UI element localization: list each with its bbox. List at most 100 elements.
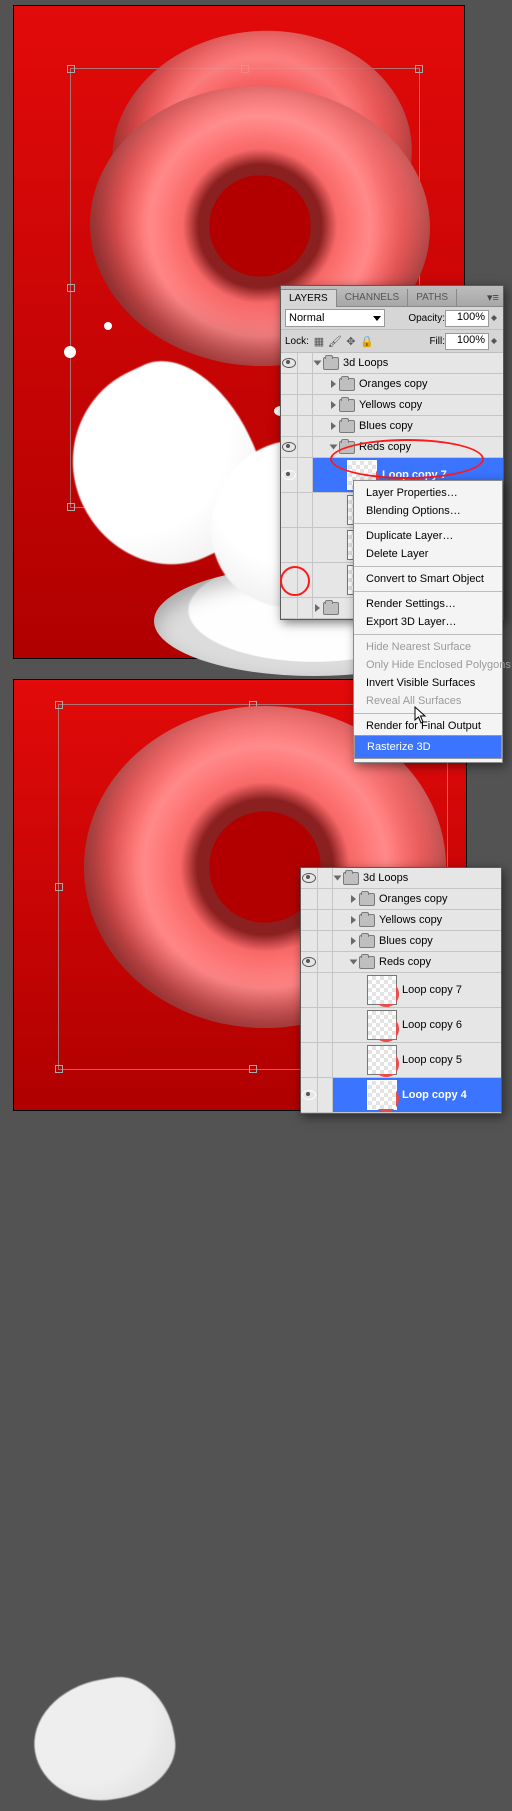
layer-row[interactable]: Loop copy 6 — [301, 1008, 501, 1043]
lock-row: Lock: ▦ 🖌 ✥ 🔒 Fill: 100% — [281, 330, 503, 353]
fill-label: Fill: — [429, 336, 445, 347]
tab-layers[interactable]: LAYERS — [281, 289, 337, 307]
ctx-item: Hide Nearest Surface — [354, 638, 502, 656]
disclosure-icon[interactable] — [334, 876, 342, 881]
disclosure-icon[interactable] — [330, 445, 338, 450]
lock-transparent-icon[interactable]: ▦ — [313, 335, 325, 347]
layer-label: Yellows copy — [359, 399, 422, 411]
menu-separator — [354, 634, 502, 635]
layer-thumbnail[interactable] — [367, 1080, 397, 1110]
layer-thumbnail[interactable] — [367, 1010, 397, 1040]
menu-separator — [354, 566, 502, 567]
folder-icon — [359, 893, 375, 906]
layer-group-row[interactable]: Yellows copy — [301, 910, 501, 931]
ctx-item[interactable]: Convert to Smart Object — [354, 570, 502, 588]
layer-group-row[interactable]: Oranges copy — [301, 889, 501, 910]
transform-handle[interactable] — [67, 284, 75, 292]
layer-group-row[interactable]: 3d Loops — [301, 868, 501, 889]
tab-paths[interactable]: PATHS — [408, 289, 457, 306]
ctx-item: Reveal All Surfaces — [354, 692, 502, 710]
milk-splash — [25, 1669, 184, 1811]
layer-group-row[interactable]: Reds copy — [301, 952, 501, 973]
blend-mode-select[interactable]: Normal — [285, 309, 385, 327]
transform-handle[interactable] — [415, 65, 423, 73]
layer-group-row[interactable]: Yellows copy — [281, 395, 503, 416]
layer-row[interactable]: Loop copy 4 — [301, 1078, 501, 1113]
layer-group-row[interactable]: Blues copy — [301, 931, 501, 952]
folder-icon — [339, 420, 355, 433]
layer-label: Loop copy 5 — [402, 1054, 462, 1066]
fill-input[interactable]: 100% — [445, 333, 489, 350]
tab-channels[interactable]: CHANNELS — [337, 289, 408, 306]
transform-handle[interactable] — [67, 503, 75, 511]
transform-handle[interactable] — [55, 1065, 63, 1073]
milk-drop — [64, 346, 76, 358]
layer-group-row[interactable]: 3d Loops — [281, 353, 503, 374]
layer-label: Oranges copy — [379, 893, 447, 905]
milk-drop — [104, 322, 112, 330]
layer-group-row[interactable]: Oranges copy — [281, 374, 503, 395]
transform-handle[interactable] — [249, 1065, 257, 1073]
layer-label: 3d Loops — [343, 357, 388, 369]
disclosure-icon[interactable] — [350, 960, 358, 965]
visibility-icon[interactable] — [282, 358, 296, 368]
ctx-item[interactable]: Render Settings… — [354, 595, 502, 613]
folder-icon — [339, 441, 355, 454]
context-menu: Layer Properties… Blending Options… Dupl… — [353, 480, 503, 763]
opacity-arrow-icon[interactable] — [489, 315, 499, 321]
menu-separator — [354, 523, 502, 524]
ctx-item[interactable]: Invert Visible Surfaces — [354, 674, 502, 692]
ctx-item[interactable]: Export 3D Layer… — [354, 613, 502, 631]
layer-label: Blues copy — [359, 420, 413, 432]
blend-mode-label: Normal — [289, 312, 324, 324]
folder-icon — [323, 357, 339, 370]
opacity-label: Opacity: — [408, 313, 445, 324]
disclosure-icon[interactable] — [331, 380, 336, 388]
fill-arrow-icon[interactable] — [489, 338, 499, 344]
lock-all-icon[interactable]: 🔒 — [361, 335, 373, 347]
lock-pixels-icon[interactable]: 🖌 — [329, 335, 341, 347]
transform-handle[interactable] — [55, 883, 63, 891]
folder-icon — [339, 399, 355, 412]
layer-label: Reds copy — [359, 441, 411, 453]
ctx-item-rasterize-3d[interactable]: Rasterize 3D — [354, 735, 502, 759]
transform-handle[interactable] — [55, 701, 63, 709]
layer-thumbnail[interactable] — [367, 975, 397, 1005]
layer-label: Reds copy — [379, 956, 431, 968]
panel-menu-icon[interactable]: ▾≡ — [483, 289, 503, 306]
layer-thumbnail[interactable] — [367, 1045, 397, 1075]
disclosure-icon[interactable] — [331, 401, 336, 409]
layer-row[interactable]: Loop copy 5 — [301, 1043, 501, 1078]
layer-row[interactable]: Loop copy 7 — [301, 973, 501, 1008]
visibility-icon[interactable] — [302, 957, 316, 967]
menu-separator — [354, 713, 502, 714]
ctx-item[interactable]: Layer Properties… — [354, 484, 502, 502]
layers-panel-secondary[interactable]: 3d Loops Oranges copy Yellows copy Blues… — [300, 867, 502, 1114]
disclosure-icon[interactable] — [331, 422, 336, 430]
lock-position-icon[interactable]: ✥ — [345, 335, 357, 347]
visibility-icon[interactable] — [282, 470, 296, 480]
folder-icon — [359, 956, 375, 969]
ctx-item[interactable]: Render for Final Output — [354, 717, 502, 735]
layer-group-row[interactable]: Reds copy — [281, 437, 503, 458]
ctx-item[interactable]: Delete Layer — [354, 545, 502, 563]
opacity-input[interactable]: 100% — [445, 310, 489, 327]
disclosure-icon[interactable] — [351, 916, 356, 924]
visibility-icon[interactable] — [302, 1090, 316, 1100]
disclosure-icon[interactable] — [315, 604, 320, 612]
layer-group-row[interactable]: Blues copy — [281, 416, 503, 437]
transform-handle[interactable] — [67, 65, 75, 73]
ctx-item[interactable]: Duplicate Layer… — [354, 527, 502, 545]
visibility-icon[interactable] — [302, 873, 316, 883]
layer-label: 3d Loops — [363, 872, 408, 884]
layer-label: Loop copy 7 — [402, 984, 462, 996]
disclosure-icon[interactable] — [314, 361, 322, 366]
layer-label: Loop copy 6 — [402, 1019, 462, 1031]
folder-icon — [343, 872, 359, 885]
layer-list: 3d Loops Oranges copy Yellows copy Blues… — [301, 868, 501, 1113]
ctx-item[interactable]: Blending Options… — [354, 502, 502, 520]
lock-icons: ▦ 🖌 ✥ 🔒 — [313, 335, 373, 347]
disclosure-icon[interactable] — [351, 937, 356, 945]
visibility-icon[interactable] — [282, 442, 296, 452]
disclosure-icon[interactable] — [351, 895, 356, 903]
